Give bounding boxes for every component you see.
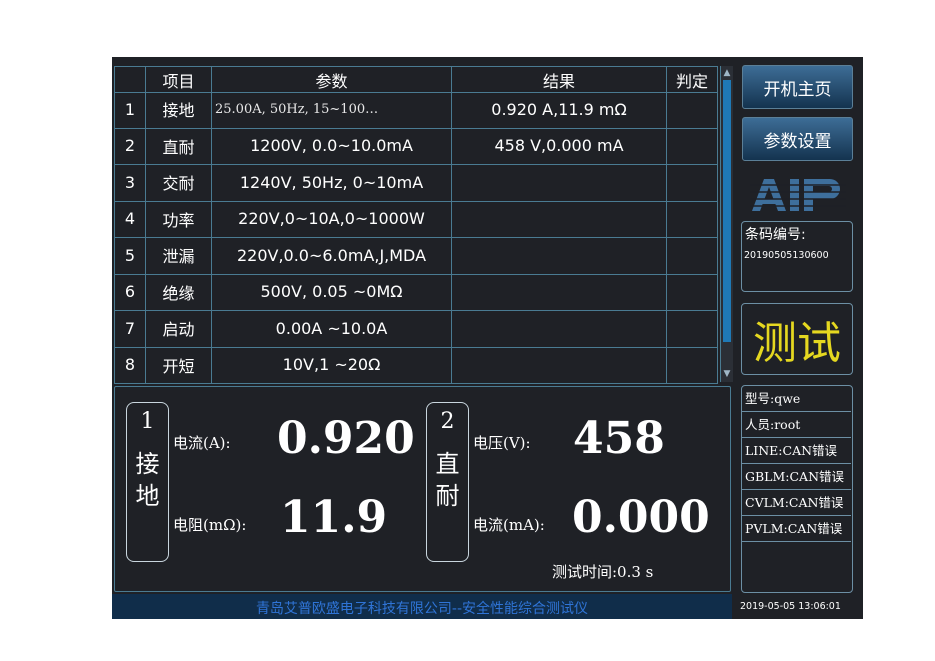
voltage-label: 电压(V): [473, 434, 531, 452]
settings-button[interactable]: 参数设置 [742, 117, 853, 161]
footer-bar: 青岛艾普欧盛电子科技有限公司--安全性能综合测试仪 [112, 594, 732, 619]
row-item: 直耐 [146, 127, 212, 164]
item-1-number: 1 [140, 409, 155, 434]
row-index: 8 [114, 346, 146, 383]
row-verdict [667, 346, 718, 383]
row-result [452, 310, 667, 347]
test-button[interactable]: 测试 [741, 303, 853, 375]
table-row[interactable]: 3 交耐 1240V, 50Hz, 0~10mA [114, 164, 718, 202]
table-row[interactable]: 6 绝缘 500V, 0.05 ~0MΩ [114, 273, 718, 311]
current-a-label: 电流(A): [173, 434, 231, 452]
row-result: 458 V,0.000 mA [452, 127, 667, 164]
item-1-name-1: 接 [135, 450, 160, 478]
item-2-name-2: 耐 [435, 482, 460, 510]
test-time: 测试时间:0.3 s [552, 563, 654, 581]
barcode-box: 条码编号: 20190505130600 [741, 221, 853, 292]
table-scrollbar[interactable]: ▲ ▼ [720, 66, 733, 382]
row-index: 6 [114, 273, 146, 310]
info-row: GBLM:CAN错误 [742, 464, 851, 490]
table-header: 项目 参数 结果 判定 [114, 66, 718, 93]
row-index: 2 [114, 127, 146, 164]
row-verdict [667, 91, 718, 128]
header-item: 项目 [146, 67, 212, 92]
info-box: 型号:qwe 人员:root LINE:CAN错误 GBLM:CAN错误 CVLM:CA… [741, 385, 853, 593]
scroll-down-icon[interactable]: ▼ [722, 369, 732, 379]
info-row: PVLM:CAN错误 [742, 516, 851, 542]
info-row: 人员:root [742, 412, 851, 438]
test-items-table: 项目 参数 结果 判定 1 接地 25.00A, 50Hz, 15~100… 0.92… [114, 66, 722, 384]
info-row: LINE:CAN错误 [742, 438, 851, 464]
row-index: 7 [114, 310, 146, 347]
scroll-up-icon[interactable]: ▲ [722, 68, 732, 78]
row-result [452, 346, 667, 383]
row-verdict [667, 310, 718, 347]
header-index [114, 67, 146, 92]
row-result [452, 164, 667, 201]
item-box-2: 2 直 耐 [426, 402, 469, 562]
header-param: 参数 [212, 67, 452, 92]
row-item: 泄漏 [146, 237, 212, 274]
item-2-name-1: 直 [435, 450, 460, 478]
table-row[interactable]: 2 直耐 1200V, 0.0~10.0mA 458 V,0.000 mA [114, 127, 718, 165]
row-param: 1240V, 50Hz, 0~10mA [212, 164, 452, 201]
current-ma-value: 0.000 [572, 492, 710, 543]
row-index: 4 [114, 200, 146, 237]
info-row: CVLM:CAN错误 [742, 490, 851, 516]
row-result [452, 237, 667, 274]
row-item: 绝缘 [146, 273, 212, 310]
scroll-thumb[interactable] [723, 80, 731, 342]
row-param: 1200V, 0.0~10.0mA [212, 127, 452, 164]
table-row[interactable]: 8 开短 10V,1 ~20Ω [114, 346, 718, 384]
datetime: 2019-05-05 13:06:01 [740, 601, 841, 612]
row-item: 交耐 [146, 164, 212, 201]
row-param: 10V,1 ~20Ω [212, 346, 452, 383]
table-row[interactable]: 4 功率 220V,0~10A,0~1000W [114, 200, 718, 238]
row-param: 0.00A ~10.0A [212, 310, 452, 347]
current-ma-label: 电流(mA): [473, 516, 545, 534]
item-1-name-2: 地 [135, 482, 160, 510]
row-item: 启动 [146, 310, 212, 347]
row-item: 接地 [146, 91, 212, 128]
table-row[interactable]: 1 接地 25.00A, 50Hz, 15~100… 0.920 A,11.9 mΩ [114, 91, 718, 129]
table-row[interactable]: 7 启动 0.00A ~10.0A [114, 310, 718, 348]
row-item: 开短 [146, 346, 212, 383]
row-verdict [667, 127, 718, 164]
resistance-value: 11.9 [280, 492, 388, 543]
row-verdict [667, 237, 718, 274]
row-index: 3 [114, 164, 146, 201]
row-param: 25.00A, 50Hz, 15~100… [212, 91, 452, 128]
table-row[interactable]: 5 泄漏 220V,0.0~6.0mA,J,MDA [114, 237, 718, 275]
tester-screen: 项目 参数 结果 判定 1 接地 25.00A, 50Hz, 15~100… 0.92… [112, 57, 863, 619]
item-2-number: 2 [440, 409, 455, 434]
row-result [452, 273, 667, 310]
header-verdict: 判定 [667, 67, 718, 92]
barcode-label: 条码编号: [745, 227, 806, 243]
info-row: 型号:qwe [742, 386, 851, 412]
header-result: 结果 [452, 67, 667, 92]
row-param: 220V,0~10A,0~1000W [212, 200, 452, 237]
company-name: 青岛艾普欧盛电子科技有限公司--安全性能综合测试仪 [255, 601, 589, 617]
resistance-label: 电阻(mΩ): [173, 516, 247, 534]
row-verdict [667, 164, 718, 201]
item-box-1: 1 接 地 [126, 402, 169, 562]
row-index: 5 [114, 237, 146, 274]
row-result [452, 200, 667, 237]
row-index: 1 [114, 91, 146, 128]
row-verdict [667, 200, 718, 237]
home-button[interactable]: 开机主页 [742, 65, 853, 109]
row-item: 功率 [146, 200, 212, 237]
barcode-value: 20190505130600 [744, 250, 829, 261]
measurement-panel: 1 接 地 电流(A): 0.920 电阻(mΩ): 11.9 2 直 耐 电压… [114, 386, 731, 592]
row-param: 500V, 0.05 ~0MΩ [212, 273, 452, 310]
row-result: 0.920 A,11.9 mΩ [452, 91, 667, 128]
voltage-value: 458 [573, 413, 665, 464]
aip-logo-icon [750, 179, 846, 211]
row-verdict [667, 273, 718, 310]
row-param: 220V,0.0~6.0mA,J,MDA [212, 237, 452, 274]
current-a-value: 0.920 [277, 413, 415, 464]
